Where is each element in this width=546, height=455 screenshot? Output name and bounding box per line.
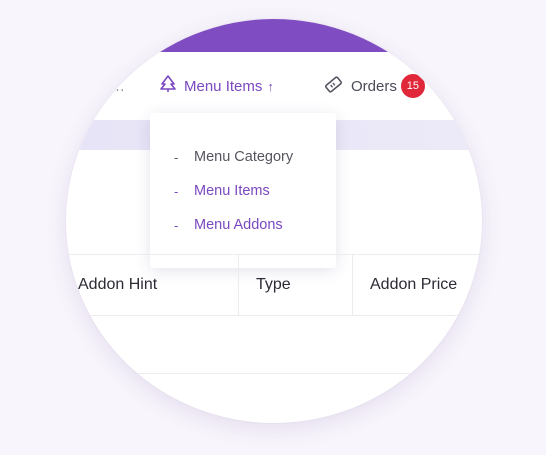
dropdown-item-label: Menu Addons [194, 217, 283, 233]
ticket-icon [324, 75, 351, 98]
arrow-up-icon: ↑ [267, 78, 274, 94]
column-divider [238, 255, 239, 315]
table-row-divider [66, 373, 482, 374]
column-header-addon-hint[interactable]: Addon Hint [78, 255, 157, 315]
dash-icon: - [174, 149, 179, 165]
dropdown-item-menu-addons[interactable]: - Menu Addons [174, 217, 283, 233]
nav-item-orders[interactable]: Orders 15 [324, 73, 425, 99]
dropdown-item-menu-items[interactable]: - Menu Items [174, 183, 270, 199]
column-divider [352, 255, 353, 315]
dropdown-item-label: Menu Items [194, 183, 270, 199]
column-header-addon-price[interactable]: Addon Price [370, 255, 457, 315]
top-bar [66, 19, 482, 52]
menu-items-dropdown: - Menu Category - Menu Items - Menu Addo… [150, 113, 336, 268]
column-header-type[interactable]: Type [256, 255, 291, 315]
orders-count-badge: 15 [400, 74, 425, 98]
table-header-row: Addon Hint Type Addon Price [66, 254, 482, 316]
nav-item-cut-off[interactable]: … [110, 73, 125, 99]
tree-icon [160, 75, 184, 97]
magnified-view: … Menu Items ↑ Orders 15 - Menu Category… [66, 19, 482, 423]
dash-icon: - [174, 183, 179, 199]
dash-icon: - [174, 217, 179, 233]
nav-item-menu-items-label: Menu Items [184, 77, 263, 95]
nav-item-cut-label: … [110, 77, 125, 95]
nav-item-menu-items[interactable]: Menu Items ↑ [160, 73, 274, 99]
nav-item-orders-label: Orders [351, 77, 397, 95]
dropdown-item-menu-category[interactable]: - Menu Category [174, 149, 293, 165]
dropdown-item-label: Menu Category [194, 149, 294, 165]
main-nav: … Menu Items ↑ Orders 15 [66, 52, 482, 120]
